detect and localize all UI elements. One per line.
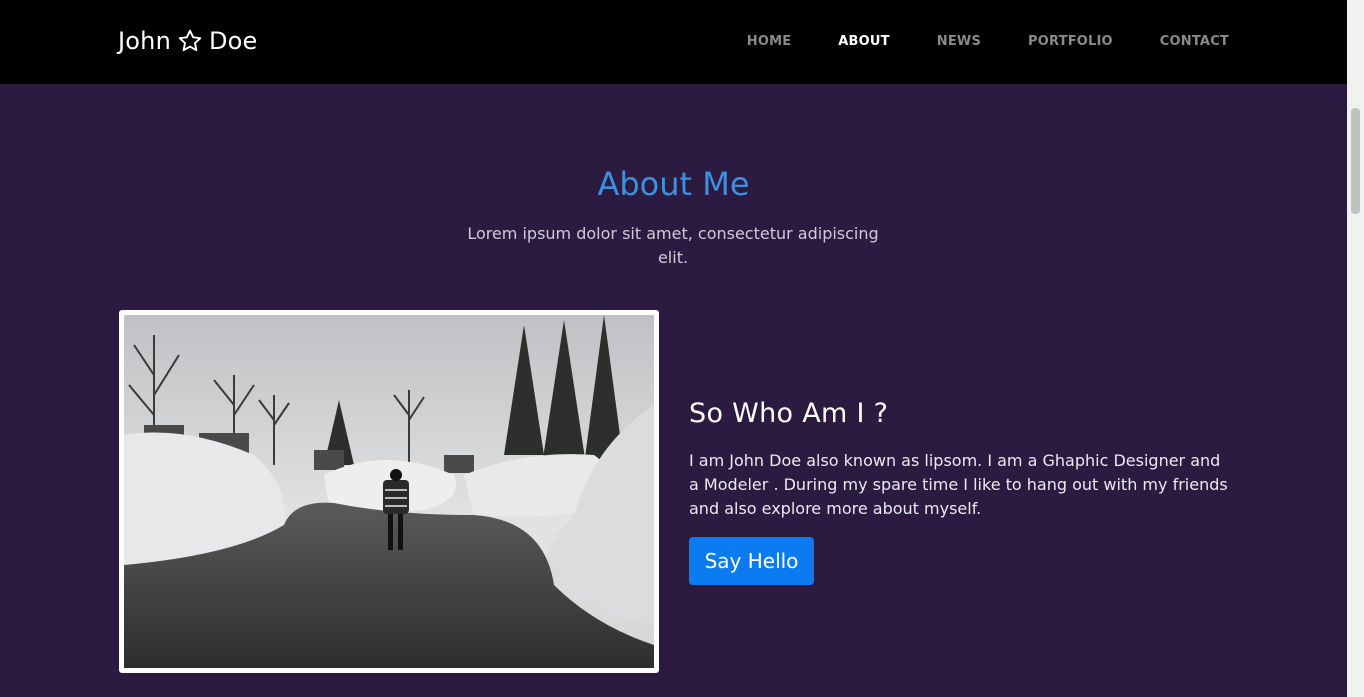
- scrollbar-thumb[interactable]: [1351, 108, 1360, 214]
- nav-about-link[interactable]: ABOUT: [838, 34, 889, 50]
- section-title: About Me: [597, 165, 750, 203]
- profile-photo: [124, 315, 654, 668]
- brand-logo[interactable]: John Doe: [118, 26, 258, 56]
- navbar: John Doe HOME ABOUT NEWS PORTFOLIO CONTA…: [0, 0, 1347, 84]
- brand-first-name: John: [118, 27, 171, 55]
- nav-portfolio-link[interactable]: PORTFOLIO: [1028, 34, 1113, 50]
- say-hello-button[interactable]: Say Hello: [689, 537, 814, 585]
- nav-news-link[interactable]: NEWS: [937, 34, 981, 50]
- profile-photo-frame: [119, 310, 659, 673]
- brand-last-name: Doe: [208, 27, 258, 55]
- about-description: I am John Doe also known as lipsom. I am…: [689, 451, 1228, 518]
- section-subtitle: Lorem ipsum dolor sit amet, consectetur …: [467, 224, 879, 267]
- nav-links: HOME ABOUT NEWS PORTFOLIO CONTACT: [700, 34, 1229, 50]
- nav-contact-link[interactable]: CONTACT: [1160, 34, 1229, 50]
- nav-home-link[interactable]: HOME: [747, 34, 792, 50]
- page-scrollbar[interactable]: [1347, 0, 1364, 697]
- star-outline-icon: [177, 28, 203, 54]
- about-heading: So Who Am I ?: [689, 398, 889, 429]
